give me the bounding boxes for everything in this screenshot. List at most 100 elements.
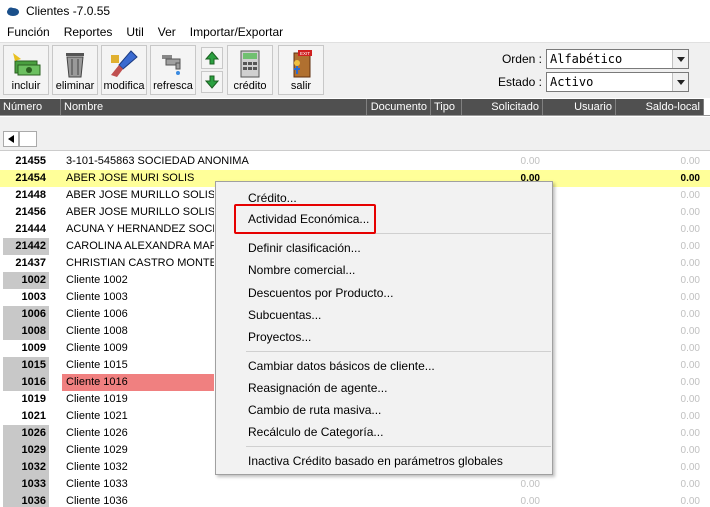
row-saldo: 0.00 (680, 207, 700, 218)
toolbar: incluir eliminar modifica refresca crédi… (0, 42, 710, 98)
scroll-area (0, 117, 710, 151)
faucet-icon (162, 55, 181, 75)
arrow-up-icon (205, 51, 219, 65)
row-number: 21448 (15, 189, 46, 201)
table-row[interactable]: 21455 3-101-545863 SOCIEDAD ANONIMA 0.00… (0, 153, 710, 170)
row-saldo: 0.00 (680, 326, 700, 337)
menu-item-subcuentas[interactable]: Subcuentas... (248, 307, 321, 323)
menu-reportes[interactable]: Reportes (57, 22, 120, 42)
row-number: 21454 (15, 172, 46, 184)
credito-label: crédito (233, 80, 267, 92)
row-name: Cliente 1033 (66, 478, 128, 490)
arrow-down-icon (205, 75, 219, 89)
row-name: Cliente 1008 (66, 325, 128, 337)
orden-label: Orden : (501, 52, 542, 66)
orden-dropdown-icon[interactable] (672, 50, 688, 68)
row-number: 1006 (3, 306, 49, 323)
menu-separator (246, 351, 551, 352)
title-bar: Clientes -7.0.55 (0, 0, 710, 22)
menu-bar: Función Reportes Util Ver Importar/Expor… (0, 22, 710, 42)
menu-item-definir-clasificacion[interactable]: Definir clasificación... (248, 240, 361, 256)
move-down-button[interactable] (201, 71, 223, 93)
menu-ver[interactable]: Ver (151, 22, 183, 42)
row-name: ABER JOSE MURILLO SOLIS (66, 206, 214, 218)
col-numero[interactable]: Número (0, 99, 61, 115)
table-row[interactable]: 1033 Cliente 1033 0.00 0.00 (0, 476, 710, 493)
row-saldo: 0.00 (680, 258, 700, 269)
row-saldo: 0.00 (680, 292, 700, 303)
menu-item-cambio-ruta-masiva[interactable]: Cambio de ruta masiva... (248, 402, 381, 418)
menu-item-proyectos[interactable]: Proyectos... (248, 329, 311, 345)
row-name: Cliente 1006 (66, 308, 128, 320)
row-name: Cliente 1019 (66, 393, 128, 405)
annotation-highlight-box (234, 204, 376, 234)
row-number: 1032 (3, 459, 49, 476)
menu-util[interactable]: Util (119, 22, 150, 42)
row-number: 21437 (15, 257, 46, 269)
orden-select[interactable]: Alfabético (546, 49, 689, 69)
add-money-icon (13, 53, 41, 76)
row-solicitado: 0.00 (520, 496, 540, 507)
modifica-label: modifica (103, 80, 145, 92)
brush-icon (111, 50, 138, 77)
row-number: 21442 (3, 238, 49, 255)
refresca-button[interactable]: refresca (150, 45, 196, 95)
row-saldo: 0.00 (680, 411, 700, 422)
row-number: 1015 (3, 357, 49, 374)
row-name: Cliente 1021 (66, 410, 128, 422)
row-number: 1003 (21, 291, 46, 303)
exit-door-icon: EXIT (293, 50, 312, 78)
row-name: Cliente 1036 (66, 495, 128, 507)
col-usuario[interactable]: Usuario (543, 99, 616, 115)
row-number: 21456 (15, 206, 46, 218)
scroll-thumb[interactable] (19, 131, 37, 147)
move-up-button[interactable] (201, 47, 223, 69)
menu-item-descuentos-producto[interactable]: Descuentos por Producto... (248, 285, 393, 301)
scroll-left-icon[interactable] (3, 131, 19, 147)
row-name: CHRISTIAN CASTRO MONTERO (66, 257, 214, 269)
row-solicitado: 0.00 (520, 156, 540, 167)
row-saldo: 0.00 (680, 241, 700, 252)
col-nombre[interactable]: Nombre (61, 99, 367, 115)
col-documento[interactable]: Documento (367, 99, 431, 115)
row-saldo: 0.00 (680, 275, 700, 286)
menu-funcion[interactable]: Función (0, 22, 57, 42)
incluir-button[interactable]: incluir (3, 45, 49, 95)
window-title: Clientes -7.0.55 (26, 4, 111, 18)
row-name: Cliente 1015 (66, 359, 128, 371)
row-number: 1026 (3, 425, 49, 442)
credito-button[interactable]: crédito (227, 45, 273, 95)
refresca-label: refresca (153, 80, 193, 92)
row-number: 1002 (3, 272, 49, 289)
row-saldo: 0.00 (680, 394, 700, 405)
col-tipo[interactable]: Tipo (431, 99, 462, 115)
row-saldo: 0.00 (680, 496, 700, 507)
salir-button[interactable]: EXIT salir (278, 45, 324, 95)
menu-item-cambiar-datos-basicos[interactable]: Cambiar datos básicos de cliente... (248, 358, 435, 374)
row-saldo: 0.00 (680, 309, 700, 320)
row-saldo: 0.00 (680, 173, 700, 184)
exit-sign-text: EXIT (300, 51, 310, 56)
col-saldo-local[interactable]: Saldo-local (616, 99, 704, 115)
menu-item-recalculo-categoria[interactable]: Recálculo de Categoría... (248, 424, 383, 440)
col-solicitado[interactable]: Solicitado (462, 99, 543, 115)
row-name: Cliente 1009 (66, 342, 128, 354)
orden-value: Alfabético (550, 52, 623, 66)
menu-importar-exportar[interactable]: Importar/Exportar (183, 22, 290, 42)
row-number: 1029 (3, 442, 49, 459)
menu-item-nombre-comercial[interactable]: Nombre comercial... (248, 262, 355, 278)
incluir-label: incluir (11, 80, 41, 92)
table-row[interactable]: 1036 Cliente 1036 0.00 0.00 (0, 493, 710, 507)
modifica-button[interactable]: modifica (101, 45, 147, 95)
horizontal-scrollbar[interactable] (3, 131, 37, 147)
estado-label: Estado : (497, 75, 542, 89)
estado-select[interactable]: Activo (546, 72, 689, 92)
menu-item-inactiva-credito[interactable]: Inactiva Crédito basado en parámetros gl… (248, 453, 503, 469)
eliminar-button[interactable]: eliminar (52, 45, 98, 95)
column-header-row: Número Nombre Documento Tipo Solicitado … (0, 99, 710, 116)
row-name: CAROLINA ALEXANDRA MARIN (66, 240, 214, 252)
row-saldo: 0.00 (680, 462, 700, 473)
estado-dropdown-icon[interactable] (672, 73, 688, 91)
menu-item-reasignacion-agente[interactable]: Reasignación de agente... (248, 380, 387, 396)
calculator-icon (240, 50, 260, 78)
